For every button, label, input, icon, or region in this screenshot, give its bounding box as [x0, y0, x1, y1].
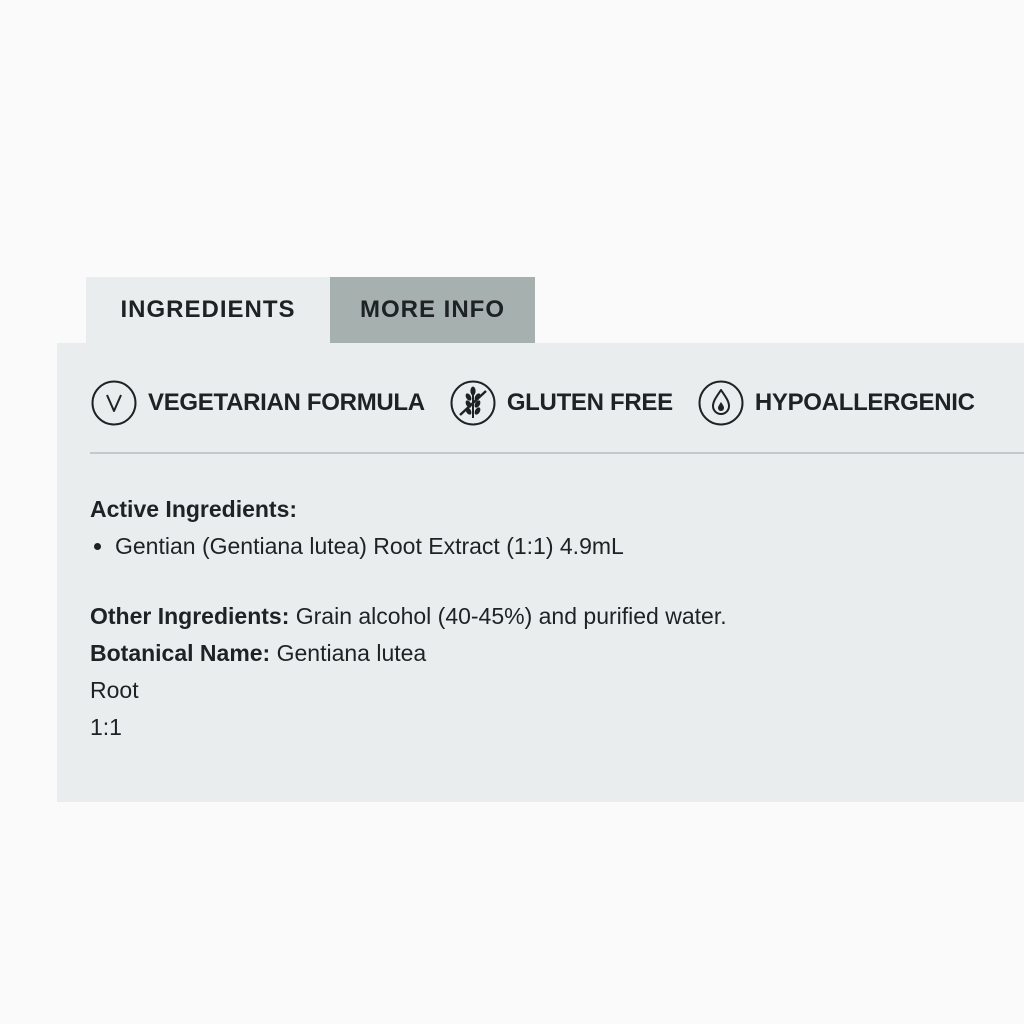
botanical-name-value: Gentiana lutea — [276, 640, 427, 666]
tab-more-info[interactable]: MORE INFO — [330, 277, 535, 343]
badge-hypoallergenic: HYPOALLERGENIC — [697, 379, 975, 427]
tab-ingredients[interactable]: INGREDIENTS — [86, 277, 330, 343]
badge-label: VEGETARIAN FORMULA — [148, 389, 425, 416]
plant-part: Root — [90, 677, 139, 703]
badge-label: GLUTEN FREE — [506, 389, 673, 416]
ingredients-panel: VEGETARIAN FORMULA GLUTEN FREE HYPOALLER… — [57, 343, 1024, 802]
badge-vegetarian: VEGETARIAN FORMULA — [90, 379, 425, 427]
hypoallergenic-drop-icon — [697, 379, 745, 427]
list-item: Gentian (Gentiana lutea) Root Extract (1… — [115, 528, 1004, 565]
badge-gluten-free: GLUTEN FREE — [449, 379, 673, 427]
badge-label: HYPOALLERGENIC — [754, 389, 975, 416]
botanical-name-line: Botanical Name: Gentiana lutea — [90, 635, 1004, 672]
botanical-name-label: Botanical Name: — [90, 640, 271, 666]
gluten-free-wheat-icon — [449, 379, 497, 427]
extract-ratio: 1:1 — [90, 714, 122, 740]
other-ingredients-label: Other Ingredients: — [90, 603, 290, 629]
active-ingredients-heading: Active Ingredients: — [90, 496, 298, 522]
active-ingredients-list: Gentian (Gentiana lutea) Root Extract (1… — [90, 528, 1004, 565]
other-ingredients-value: Grain alcohol (40-45%) and purified wate… — [295, 603, 727, 629]
other-ingredients-line: Other Ingredients: Grain alcohol (40-45%… — [90, 598, 1004, 635]
vegetarian-v-icon — [90, 379, 138, 427]
ingredients-content: Active Ingredients: Gentian (Gentiana lu… — [90, 491, 1004, 746]
product-badges: VEGETARIAN FORMULA GLUTEN FREE HYPOALLER… — [90, 377, 999, 429]
tab-bar: INGREDIENTS MORE INFO — [86, 277, 535, 343]
divider — [90, 452, 1024, 454]
